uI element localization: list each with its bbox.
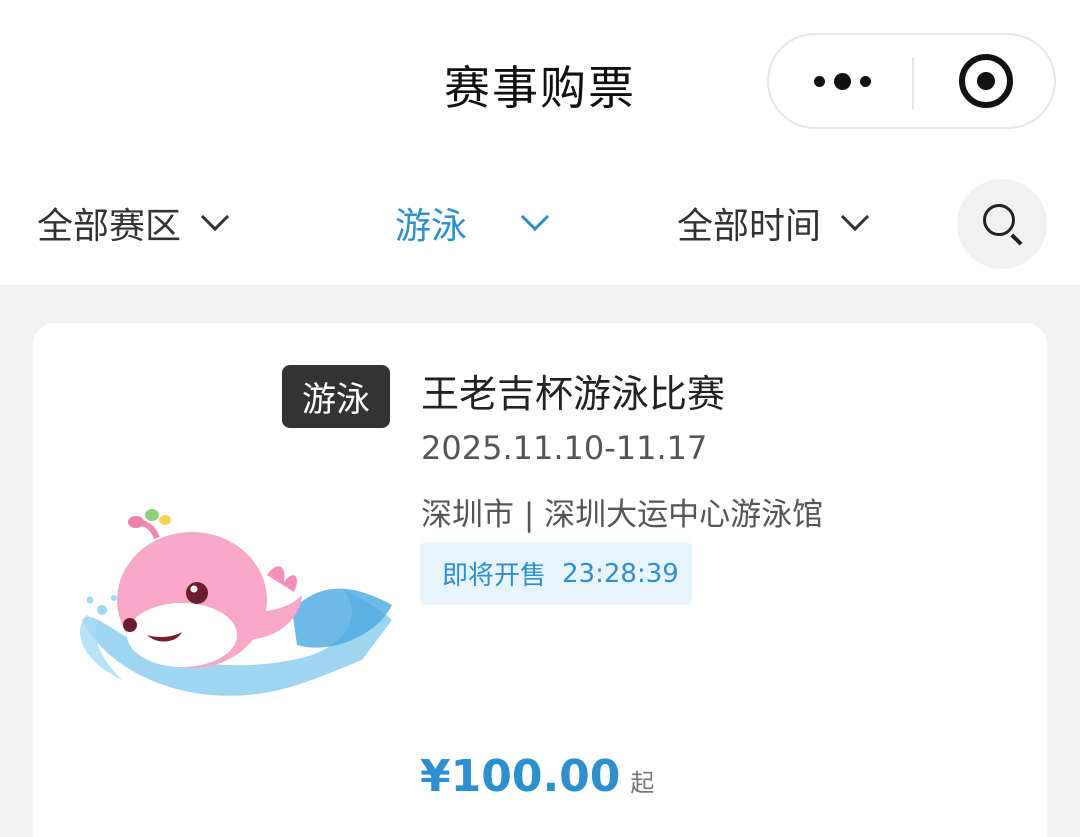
time-filter-label: 全部时间 xyxy=(677,206,822,247)
countdown-timer: 23:28:39 xyxy=(562,558,679,589)
price: ¥100.00 起 xyxy=(420,751,654,802)
chevron-down-icon xyxy=(200,202,230,232)
event-date: 2025.11.10-11.17 xyxy=(421,429,708,467)
event-title[interactable]: 王老吉杯游泳比赛 xyxy=(421,363,725,418)
capsule-divider xyxy=(912,57,914,109)
sport-filter[interactable]: 游泳 xyxy=(395,200,550,247)
sale-label: 即将开售 xyxy=(442,561,547,591)
price-suffix: 起 xyxy=(630,769,655,797)
navigation-header: 赛事购票 xyxy=(0,0,1080,160)
target-circle-icon[interactable] xyxy=(959,54,1013,108)
filter-bar: 全部赛区 游泳 全部时间 xyxy=(0,160,1080,285)
event-venue: 深圳市 | 深圳大运中心游泳馆 xyxy=(421,497,824,533)
sport-filter-label: 游泳 xyxy=(395,206,468,247)
search-icon xyxy=(983,204,1015,236)
dot xyxy=(859,75,871,87)
search-icon-handle xyxy=(1010,233,1023,246)
search-button[interactable] xyxy=(957,179,1047,269)
chevron-down-icon xyxy=(520,202,550,232)
time-filter[interactable]: 全部时间 xyxy=(677,200,870,247)
sport-tag: 游泳 xyxy=(282,365,390,428)
mini-program-capsule xyxy=(767,33,1056,129)
more-dots-icon[interactable] xyxy=(809,35,875,127)
dot xyxy=(813,75,825,87)
price-amount: ¥100.00 xyxy=(420,751,621,802)
region-filter[interactable]: 全部赛区 xyxy=(37,200,230,247)
region-filter-label: 全部赛区 xyxy=(37,206,182,247)
chevron-down-icon xyxy=(840,202,870,232)
sale-countdown-badge: 即将开售 23:28:39 xyxy=(420,542,692,605)
dot xyxy=(833,72,851,90)
